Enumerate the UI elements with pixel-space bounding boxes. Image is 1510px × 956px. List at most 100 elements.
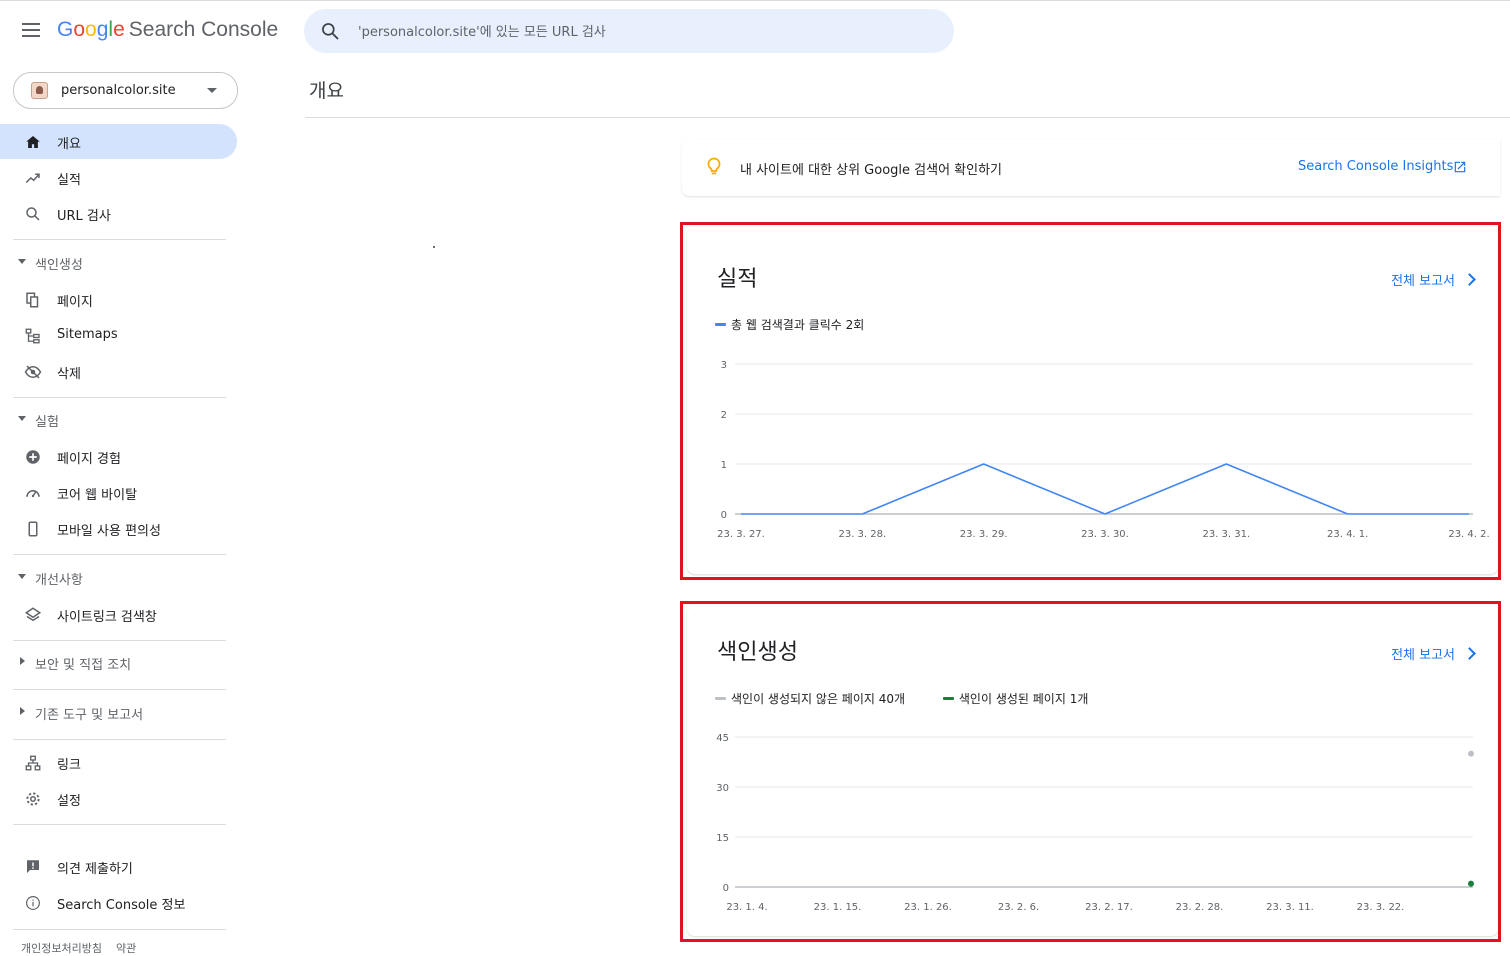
indexed-point bbox=[1468, 880, 1474, 887]
logo-letter: e bbox=[113, 18, 125, 41]
page-title: 개요 bbox=[309, 80, 344, 102]
site-favicon-icon bbox=[31, 82, 48, 99]
y-tick-label: 1 bbox=[721, 460, 727, 471]
search-console-insights-link[interactable]: Search Console Insights bbox=[1298, 159, 1453, 174]
full-report-label: 전체 보고서 bbox=[1391, 648, 1455, 663]
y-tick-label: 30 bbox=[716, 783, 729, 794]
sidebar-divider bbox=[13, 640, 226, 641]
sidebar-item-label: 개요 bbox=[57, 137, 81, 152]
performance-card: 실적 전체 보고서 총 웹 검색결과 클릭수 2회 0 1 2 3 23. 3. 27.… bbox=[680, 222, 1501, 580]
home-icon bbox=[26, 136, 40, 148]
sidebar-item-about[interactable]: Search Console 정보 bbox=[0, 885, 237, 920]
sidebar-item-label: 코어 웹 바이탈 bbox=[57, 488, 138, 503]
chevron-right-icon bbox=[1463, 273, 1476, 286]
sidebar-section-legacy[interactable]: 기존 도구 및 보고서 bbox=[0, 701, 237, 725]
search-input[interactable] bbox=[356, 19, 940, 45]
x-tick-label: 23. 4. 1. bbox=[1327, 529, 1368, 540]
section-label: 보안 및 직접 조치 bbox=[35, 658, 132, 673]
sidebar-item-label: 의견 제출하기 bbox=[57, 862, 133, 877]
x-tick-label: 23. 2. 6. bbox=[998, 902, 1039, 913]
phone-icon bbox=[28, 521, 38, 537]
x-tick-label: 23. 2. 28. bbox=[1176, 902, 1224, 913]
links-icon bbox=[25, 755, 41, 771]
sidebar-item-pages[interactable]: 페이지 bbox=[0, 282, 237, 317]
sidebar-item-page-experience[interactable]: 페이지 경험 bbox=[0, 439, 237, 474]
gear-icon bbox=[26, 792, 40, 806]
sidebar-item-sitelinks-searchbox[interactable]: 사이트링크 검색창 bbox=[0, 597, 237, 632]
url-inspect-search-bar[interactable] bbox=[304, 9, 954, 53]
sitemap-icon bbox=[25, 328, 40, 344]
legend-item-not-indexed[interactable]: 색인이 생성되지 않은 페이지 40개 bbox=[715, 692, 905, 706]
eye-off-icon bbox=[24, 365, 42, 379]
footer-links: 개인정보처리방침 약관 bbox=[21, 940, 150, 956]
indexing-full-report-link[interactable]: 전체 보고서 bbox=[1391, 644, 1476, 663]
sidebar-item-performance[interactable]: 실적 bbox=[0, 160, 237, 195]
sidebar-item-overview[interactable]: 개요 bbox=[0, 124, 237, 159]
legend-item-clicks[interactable]: 총 웹 검색결과 클릭수 2회 bbox=[715, 318, 864, 332]
open-in-new-icon[interactable] bbox=[1453, 160, 1467, 174]
y-tick-label: 15 bbox=[716, 833, 729, 844]
sidebar-section-indexing[interactable]: 색인생성 bbox=[0, 251, 237, 275]
sidebar-divider bbox=[13, 239, 226, 240]
search-icon bbox=[322, 23, 339, 40]
sidebar-item-label: 설정 bbox=[57, 794, 81, 809]
sidebar-item-links[interactable]: 링크 bbox=[0, 745, 237, 780]
pages-icon bbox=[26, 292, 39, 308]
x-tick-label: 23. 3. 30. bbox=[1081, 529, 1129, 540]
clicks-series-line bbox=[741, 463, 1469, 515]
y-tick-label: 0 bbox=[721, 510, 727, 521]
sidebar-section-experience[interactable]: 실험 bbox=[0, 408, 237, 432]
expand-arrow-icon bbox=[20, 657, 25, 665]
stray-dot bbox=[433, 246, 435, 248]
sidebar-item-label: Sitemaps bbox=[57, 327, 118, 342]
legend-swatch bbox=[942, 697, 954, 700]
sidebar-section-enhancements[interactable]: 개선사항 bbox=[0, 566, 237, 590]
insights-text: 내 사이트에 대한 상위 Google 검색어 확인하기 bbox=[740, 163, 1002, 178]
logo-letter: G bbox=[57, 18, 74, 41]
plus-circle-icon bbox=[26, 450, 40, 464]
collapse-arrow-icon bbox=[18, 574, 26, 579]
sidebar-item-label: 사이트링크 검색창 bbox=[57, 610, 157, 625]
legend-swatch bbox=[715, 323, 726, 326]
sidebar-item-label: Search Console 정보 bbox=[57, 898, 186, 913]
sidebar-item-feedback[interactable]: 의견 제출하기 bbox=[0, 849, 237, 884]
sidebar-item-label: 페이지 경험 bbox=[57, 452, 121, 467]
legend-item-indexed[interactable]: 색인이 생성된 페이지 1개 bbox=[942, 692, 1089, 706]
full-report-label: 전체 보고서 bbox=[1391, 274, 1455, 289]
legend-label: 색인이 생성된 페이지 1개 bbox=[958, 692, 1089, 706]
sidebar-divider bbox=[13, 929, 226, 930]
sidebar-item-removals[interactable]: 삭제 bbox=[0, 354, 237, 389]
sidebar-item-label: 실적 bbox=[57, 173, 81, 188]
terms-link[interactable]: 약관 bbox=[116, 942, 136, 955]
legend-swatch bbox=[715, 697, 726, 700]
performance-line-chart: 0 1 2 3 23. 3. 27. 23. 3. 28. 23. 3. 29. 23. 3.… bbox=[717, 360, 1490, 540]
x-tick-label: 23. 4. 2. bbox=[1448, 529, 1489, 540]
sidebar-section-security[interactable]: 보안 및 직접 조치 bbox=[0, 651, 237, 675]
sidebar-item-mobile-usability[interactable]: 모바일 사용 편의성 bbox=[0, 511, 237, 546]
logo-letter: g bbox=[96, 18, 109, 41]
property-selector[interactable]: personalcolor.site bbox=[13, 72, 238, 109]
collapse-arrow-icon bbox=[18, 259, 26, 264]
indexing-legend: 색인이 생성되지 않은 페이지 40개 색인이 생성된 페이지 1개 bbox=[715, 690, 1122, 707]
sidebar-divider bbox=[13, 554, 226, 555]
sidebar-item-core-web-vitals[interactable]: 코어 웹 바이탈 bbox=[0, 475, 237, 510]
x-tick-label: 23. 3. 27. bbox=[717, 529, 765, 540]
sidebar-item-settings[interactable]: 설정 bbox=[0, 781, 237, 816]
chevron-right-icon bbox=[1463, 647, 1476, 660]
x-tick-label: 23. 1. 4. bbox=[726, 902, 767, 913]
sidebar-item-url-inspection[interactable]: URL 검사 bbox=[0, 196, 237, 231]
speed-gauge-icon bbox=[26, 490, 40, 498]
sidebar-item-sitemaps[interactable]: Sitemaps bbox=[0, 318, 237, 353]
logo-product-name: Search Console bbox=[128, 18, 279, 41]
performance-full-report-link[interactable]: 전체 보고서 bbox=[1391, 270, 1476, 289]
trending-up-icon bbox=[25, 173, 40, 184]
top-border bbox=[0, 0, 1510, 1]
sidebar-item-label: 모바일 사용 편의성 bbox=[57, 524, 161, 539]
google-search-console-logo[interactable]: Google Search Console bbox=[57, 18, 278, 42]
indexing-card: 색인생성 전체 보고서 색인이 생성되지 않은 페이지 40개 색인이 생성된 … bbox=[680, 601, 1501, 942]
feedback-icon bbox=[27, 860, 39, 873]
privacy-link[interactable]: 개인정보처리방침 bbox=[21, 942, 102, 955]
performance-card-body: 실적 전체 보고서 총 웹 검색결과 클릭수 2회 0 1 2 3 23. 3. 27.… bbox=[687, 228, 1498, 574]
menu-icon[interactable] bbox=[20, 20, 42, 42]
search-icon bbox=[26, 207, 40, 221]
